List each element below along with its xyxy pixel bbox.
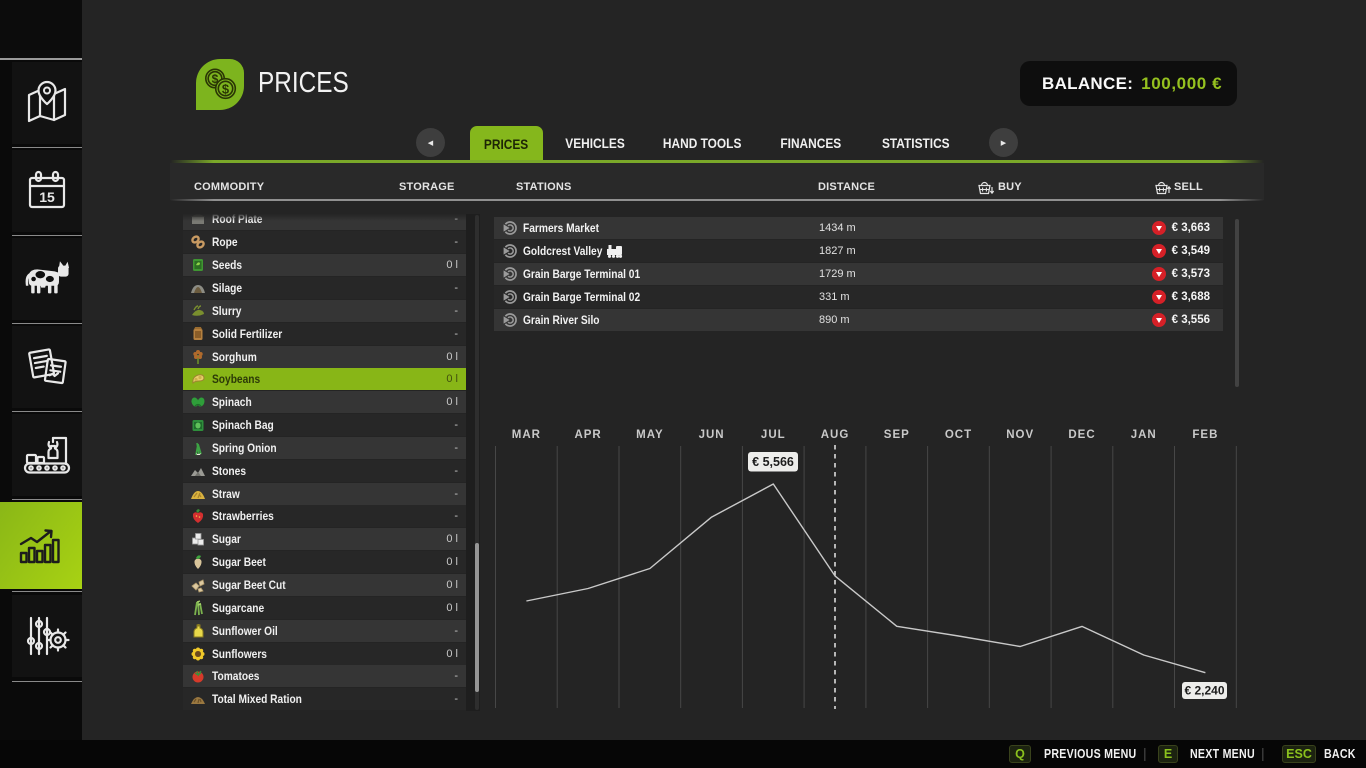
svg-text:NOV: NOV (1006, 429, 1034, 441)
svg-text:$: $ (212, 72, 219, 86)
svg-text:FEB: FEB (1192, 429, 1218, 441)
svg-text:JUL: JUL (761, 429, 786, 441)
svg-text:DEC: DEC (1068, 429, 1095, 441)
svg-text:OCT: OCT (945, 429, 972, 441)
svg-text:JAN: JAN (1131, 429, 1157, 441)
svg-text:JUN: JUN (699, 429, 725, 441)
svg-text:€ 2,240: € 2,240 (1184, 684, 1224, 698)
svg-text:APR: APR (574, 429, 601, 441)
svg-text:15: 15 (39, 189, 55, 205)
svg-text:MAR: MAR (512, 429, 541, 441)
svg-text:MAY: MAY (636, 429, 664, 441)
svg-text:AUG: AUG (821, 429, 850, 441)
svg-text:€ 5,566: € 5,566 (752, 455, 794, 469)
svg-text:$: $ (222, 82, 230, 97)
svg-text:SEP: SEP (884, 429, 910, 441)
